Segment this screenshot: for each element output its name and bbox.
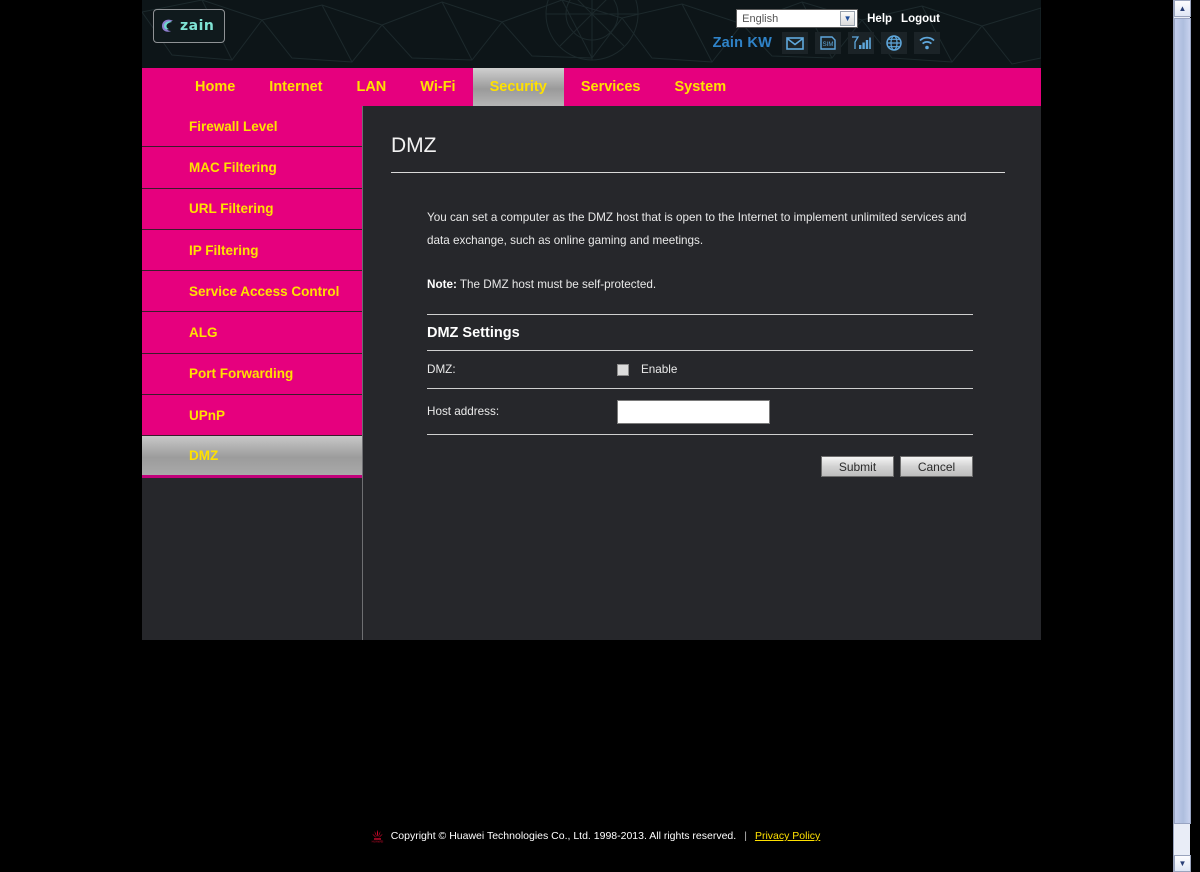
nav-item-system[interactable]: System xyxy=(658,68,744,106)
router-admin-page: zain English ▼ Help Logout Zain KW SIM H… xyxy=(0,0,1191,872)
app-shell: zain English ▼ Help Logout Zain KW SIM H… xyxy=(142,0,1041,640)
logout-link[interactable]: Logout xyxy=(901,13,940,25)
mail-icon[interactable] xyxy=(782,32,808,54)
nav-item-security[interactable]: Security xyxy=(472,68,564,106)
svg-text:HUAWEI: HUAWEI xyxy=(371,839,383,843)
sidebar-item-alg[interactable]: ALG xyxy=(142,312,362,354)
wifi-icon[interactable] xyxy=(914,32,940,54)
sidebar-item-ip-filtering[interactable]: IP Filtering xyxy=(142,229,362,272)
chevron-down-icon: ▼ xyxy=(840,11,856,26)
header: zain English ▼ Help Logout Zain KW SIM xyxy=(142,0,1041,68)
footer-separator: | xyxy=(744,830,747,842)
nav-item-label: LAN xyxy=(356,79,387,95)
page-description: You can set a computer as the DMZ host t… xyxy=(427,211,967,247)
dmz-enable-row: DMZ: Enable xyxy=(427,351,973,389)
sidebar-item-upnp[interactable]: UPnP xyxy=(142,395,362,437)
note-label: Note: xyxy=(427,278,457,291)
form-actions: Submit Cancel xyxy=(427,456,973,477)
sidebar-item-label: ALG xyxy=(189,325,218,341)
page-note: Note: The DMZ host must be self-protecte… xyxy=(427,278,1005,291)
host-address-input[interactable] xyxy=(617,399,770,424)
language-selected-value: English xyxy=(742,12,779,25)
dmz-enable-label: Enable xyxy=(641,363,678,376)
scrollbar-thumb[interactable] xyxy=(1174,18,1191,824)
note-text: The DMZ host must be self-protected. xyxy=(459,278,657,291)
globe-icon[interactable] xyxy=(881,32,907,54)
sidebar-item-label: Service Access Control xyxy=(189,283,340,299)
nav-item-label: Internet xyxy=(269,79,323,95)
main-navigation: Home Internet LAN Wi-Fi Security Services Syst… xyxy=(142,68,1041,106)
nav-item-label: Services xyxy=(580,79,641,95)
zain-logo-text: zain xyxy=(180,18,215,34)
sidebar-item-firewall-level[interactable]: Firewall Level xyxy=(142,106,362,148)
submit-button[interactable]: Submit xyxy=(821,456,894,477)
scroll-up-button[interactable]: ▲ xyxy=(1174,0,1191,17)
nav-item-label: System xyxy=(674,79,727,95)
dmz-label: DMZ: xyxy=(427,363,456,376)
operator-name: Zain KW xyxy=(712,35,772,51)
nav-item-internet[interactable]: Internet xyxy=(252,68,339,106)
footer-copyright: Copyright © Huawei Technologies Co., Ltd… xyxy=(390,830,737,842)
dmz-enable-checkbox[interactable] xyxy=(617,363,629,376)
header-top-controls: English ▼ Help Logout xyxy=(736,9,940,28)
host-address-label: Host address: xyxy=(427,405,500,418)
scroll-down-button[interactable]: ▼ xyxy=(1174,855,1191,872)
content-area: DMZ You can set a computer as the DMZ ho… xyxy=(363,106,1041,640)
sidebar-item-url-filtering[interactable]: URL Filtering xyxy=(142,188,362,230)
svg-text:SIM: SIM xyxy=(823,42,834,48)
zain-logo[interactable]: zain xyxy=(153,9,225,43)
signal-bars-icon[interactable] xyxy=(848,32,874,54)
sidebar-item-label: MAC Filtering xyxy=(189,159,277,175)
help-link[interactable]: Help xyxy=(867,13,892,25)
sidebar-item-label: URL Filtering xyxy=(189,201,274,217)
sidebar-item-mac-filtering[interactable]: MAC Filtering xyxy=(142,147,362,189)
privacy-policy-link[interactable]: Privacy Policy xyxy=(755,830,820,842)
host-address-row: Host address: xyxy=(427,389,973,435)
nav-item-services[interactable]: Services xyxy=(564,68,658,106)
sidebar-item-dmz[interactable]: DMZ xyxy=(142,436,362,478)
huawei-logo-icon: HUAWEI xyxy=(371,829,383,843)
sidebar-item-label: UPnP xyxy=(189,407,226,423)
sidebar-item-label: IP Filtering xyxy=(189,242,259,258)
page-title: DMZ xyxy=(391,134,437,157)
nav-item-label: Security xyxy=(489,79,547,95)
vertical-scrollbar[interactable]: ▲ ▼ xyxy=(1173,0,1191,872)
title-divider xyxy=(391,172,1005,173)
body: Firewall Level MAC Filtering URL Filtering… xyxy=(142,106,1041,640)
sidebar-item-port-forwarding[interactable]: Port Forwarding xyxy=(142,353,362,396)
cancel-button[interactable]: Cancel xyxy=(900,456,973,477)
sim-icon[interactable]: SIM xyxy=(815,32,841,54)
dmz-settings-section: DMZ Settings DMZ: Enable Host address: xyxy=(427,314,973,435)
sidebar-item-label: Port Forwarding xyxy=(189,366,294,382)
header-status-bar: Zain KW SIM xyxy=(713,32,940,54)
nav-item-label: Home xyxy=(195,79,236,95)
sidebar-item-service-access-control[interactable]: Service Access Control xyxy=(142,271,362,313)
language-select[interactable]: English ▼ xyxy=(736,9,859,28)
settings-section-title: DMZ Settings xyxy=(427,325,520,341)
footer: HUAWEI Copyright © Huawei Technologies C… xyxy=(0,829,1190,843)
zain-swirl-icon xyxy=(162,19,173,32)
nav-item-home[interactable]: Home xyxy=(178,68,252,106)
sidebar: Firewall Level MAC Filtering URL Filtering… xyxy=(142,106,363,640)
sidebar-item-label: DMZ xyxy=(189,448,219,464)
sidebar-item-label: Firewall Level xyxy=(189,118,278,134)
nav-item-label: Wi-Fi xyxy=(420,79,456,95)
nav-item-wi-fi[interactable]: Wi-Fi xyxy=(403,68,472,106)
nav-item-lan[interactable]: LAN xyxy=(339,68,403,106)
